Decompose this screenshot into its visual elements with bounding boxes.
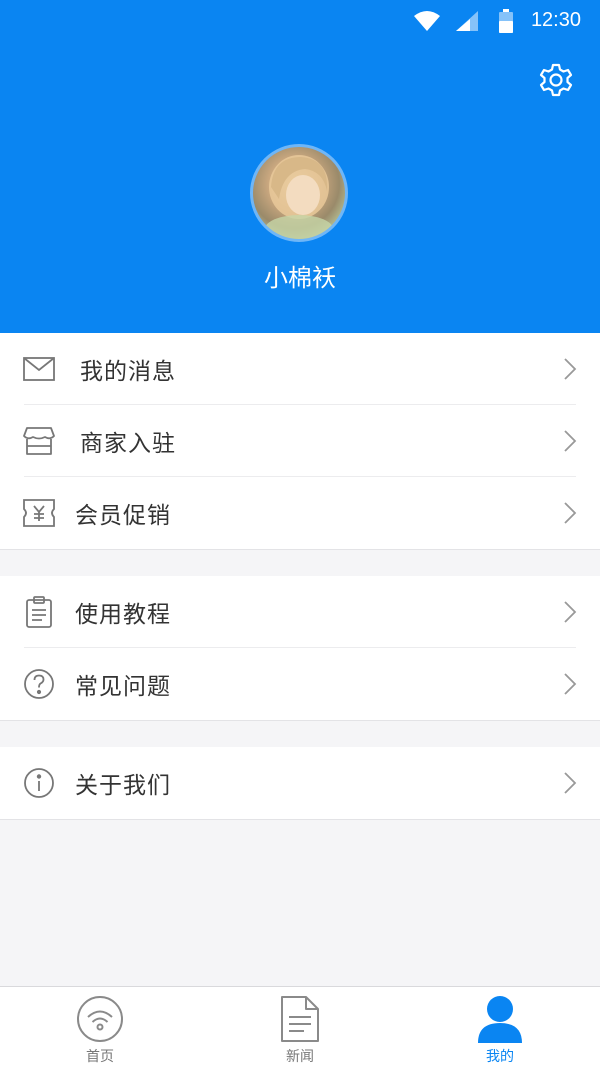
gear-icon: [539, 63, 573, 101]
menu-item-faq[interactable]: 常见问题: [0, 648, 600, 720]
chevron-right-icon: [564, 673, 577, 695]
chevron-right-icon: [564, 601, 577, 623]
status-bar: 12:30: [0, 0, 600, 42]
store-icon: [22, 424, 56, 458]
menu-group-about: 关于我们: [0, 747, 600, 820]
menu-item-messages[interactable]: 我的消息: [0, 333, 600, 405]
chevron-right-icon: [564, 430, 577, 452]
tab-label: 新闻: [286, 1049, 314, 1065]
username: 小棉袄: [264, 264, 336, 292]
info-icon: [22, 766, 56, 800]
menu-item-about[interactable]: 关于我们: [0, 747, 600, 819]
menu-item-promotions[interactable]: 会员促销: [0, 477, 600, 549]
status-time: 12:30: [530, 9, 581, 31]
user-icon: [476, 995, 524, 1043]
profile-header: 12:30 小棉袄: [0, 0, 600, 333]
menu-item-label: 会员促销: [75, 503, 171, 529]
menu-group-account: 我的消息 商家入驻 会员促销: [0, 333, 600, 550]
chevron-right-icon: [564, 772, 577, 794]
tab-home[interactable]: 首页: [0, 987, 200, 1068]
mail-icon: [22, 352, 56, 386]
document-icon: [276, 995, 324, 1043]
menu-item-label: 使用教程: [75, 602, 171, 628]
tab-news[interactable]: 新闻: [200, 987, 400, 1068]
home-wifi-icon: [76, 995, 124, 1043]
menu-group-help: 使用教程 常见问题: [0, 576, 600, 721]
menu-item-label: 商家入驻: [80, 431, 176, 457]
battery-icon: [499, 9, 513, 37]
coupon-icon: [22, 496, 56, 530]
clipboard-icon: [22, 595, 56, 629]
menu-item-tutorial[interactable]: 使用教程: [0, 576, 600, 648]
chevron-right-icon: [564, 358, 577, 380]
avatar[interactable]: [250, 144, 348, 242]
question-icon: [22, 667, 56, 701]
tab-label: 我的: [486, 1049, 514, 1065]
menu-item-label: 我的消息: [80, 359, 176, 385]
settings-button[interactable]: [536, 62, 576, 102]
signal-icon: [456, 11, 478, 35]
bottom-tab-bar: 首页 新闻 我的: [0, 986, 600, 1068]
menu-item-label: 常见问题: [75, 674, 171, 700]
wifi-icon: [414, 10, 440, 36]
chevron-right-icon: [564, 502, 577, 524]
menu-item-merchant[interactable]: 商家入驻: [0, 405, 600, 477]
tab-mine[interactable]: 我的: [400, 987, 600, 1068]
tab-label: 首页: [86, 1049, 114, 1065]
menu-item-label: 关于我们: [75, 773, 171, 799]
